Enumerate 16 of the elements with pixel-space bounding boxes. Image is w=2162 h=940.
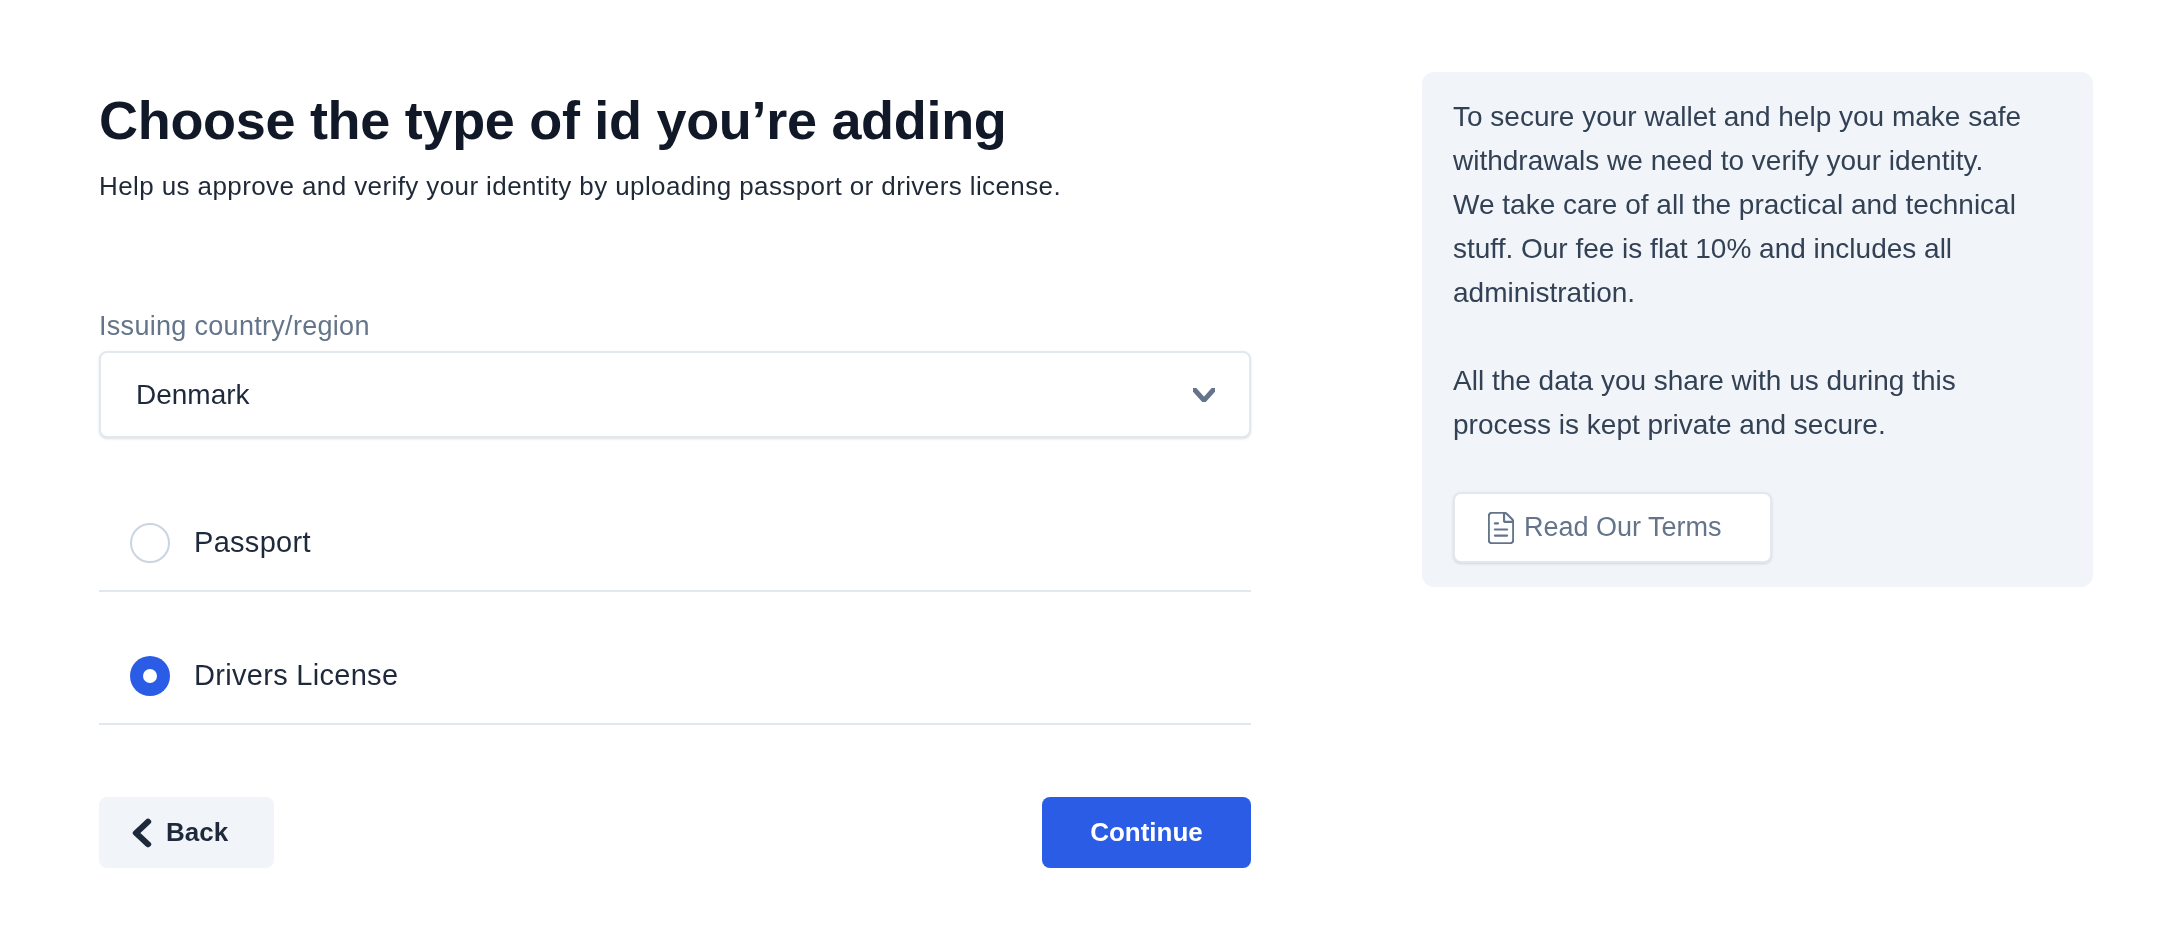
page-subtitle: Help us approve and verify your identity by uploading passport or drivers license. [99, 170, 1062, 203]
radio-button[interactable] [130, 655, 170, 696]
radio-button[interactable] [130, 522, 170, 563]
info-text: All the data you share with us during this process is kept private and secure. [1453, 364, 1957, 442]
field-label: Issuing country/region [99, 310, 370, 342]
info-text: To secure your wallet and help you make safe withdrawals we need to verify your identity. We take care of all the practical and technical stuff. Our fee is flat 10% and includes all administration. [1453, 100, 2023, 310]
terms-button[interactable]: Read Our Terms [1453, 492, 1772, 563]
document-icon [1488, 511, 1514, 544]
continue-button[interactable]: Continue [1042, 797, 1251, 868]
option-label[interactable]: Passport [194, 520, 311, 565]
country-select[interactable]: Denmark [99, 351, 1251, 438]
page-heading: Choose the type of id you’re adding [99, 89, 1007, 152]
option-label[interactable]: Drivers License [194, 653, 399, 698]
chevron-down-icon [1193, 387, 1215, 402]
chevron-left-icon [132, 817, 152, 848]
back-button[interactable]: Back [99, 797, 275, 868]
